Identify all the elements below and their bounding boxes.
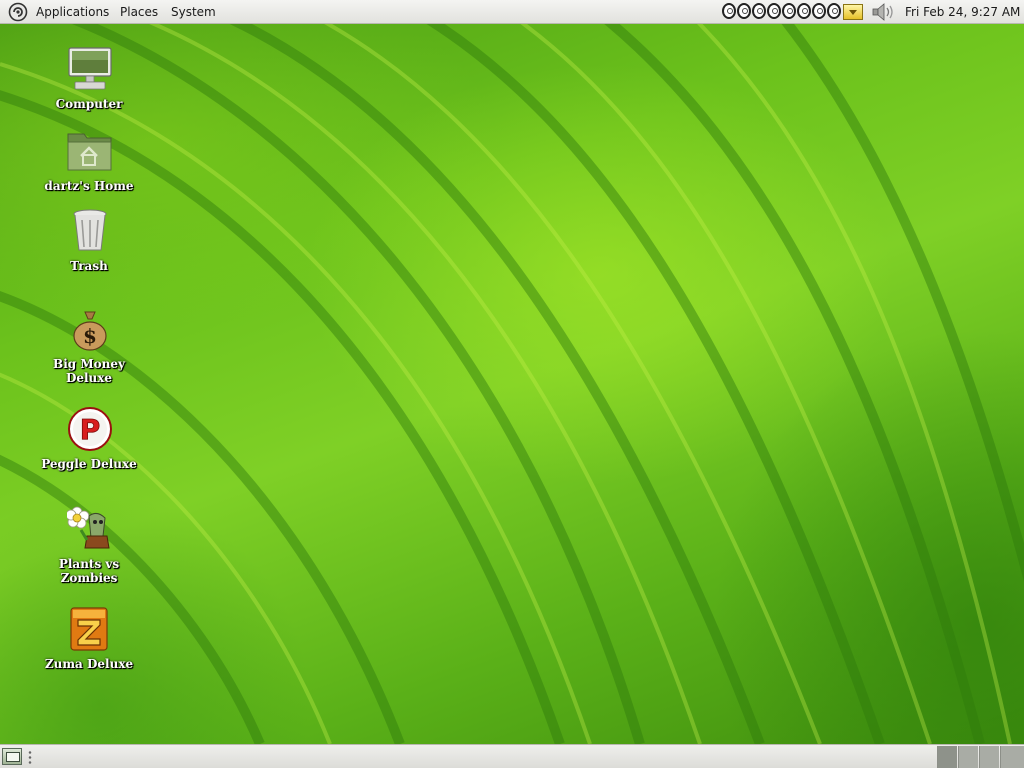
desktop-icon-label: Zuma Deluxe: [44, 657, 134, 671]
computer-icon: [67, 46, 113, 92]
desktop-icon-label: dartz's Home: [44, 179, 134, 193]
desktop-wallpaper[interactable]: [0, 24, 1024, 744]
zuma-icon: [67, 606, 113, 652]
show-desktop-icon[interactable]: [2, 748, 22, 765]
applications-menu[interactable]: Applications: [36, 5, 109, 19]
places-menu[interactable]: Places: [120, 5, 158, 19]
desktop-icon-label: Plants vs Zombies: [58, 557, 120, 585]
notification-area-icon[interactable]: [843, 4, 863, 20]
desktop-icon-computer[interactable]: Computer: [29, 46, 149, 116]
desktop-icon-label: Peggle Deluxe: [41, 457, 137, 471]
plants-vs-zombies-icon: [65, 506, 113, 552]
desktop-icon-zuma-deluxe[interactable]: Zuma Deluxe: [29, 606, 149, 676]
desktop-icon-label: Big Money Deluxe: [53, 357, 125, 385]
workspace-2[interactable]: [958, 746, 978, 768]
panel-drag-handle[interactable]: [28, 750, 32, 764]
wallpaper-leaf-veins: [0, 24, 1024, 744]
bottom-panel: [0, 744, 1024, 768]
desktop-icon-label: Computer: [55, 97, 123, 111]
tray-indicator-icon[interactable]: [797, 3, 811, 19]
home-folder-icon: [67, 128, 113, 174]
desktop-icon-big-money-deluxe[interactable]: $ Big Money Deluxe: [29, 308, 149, 385]
distro-logo-icon[interactable]: [8, 2, 28, 22]
money-bag-icon: $: [67, 308, 113, 354]
system-menu[interactable]: System: [171, 5, 216, 19]
desktop-icon-label: Trash: [70, 259, 108, 273]
workspace-3[interactable]: [979, 746, 999, 768]
speaker-volume-icon[interactable]: [872, 3, 898, 21]
trash-icon: [67, 208, 113, 254]
tray-indicator-icon[interactable]: [767, 3, 781, 19]
desktop-icon-trash[interactable]: Trash: [29, 208, 149, 278]
top-panel: Applications Places System Fri Feb 24, 9…: [0, 0, 1024, 24]
desktop-icon-peggle-deluxe[interactable]: P Peggle Deluxe: [29, 406, 149, 476]
tray-indicator-icon[interactable]: [812, 3, 826, 19]
workspace-1[interactable]: [937, 746, 957, 768]
tray-indicator-icon[interactable]: [782, 3, 796, 19]
peggle-icon: P: [67, 406, 113, 452]
svg-text:P: P: [80, 413, 101, 446]
tray-indicator-icon[interactable]: [752, 3, 766, 19]
clock[interactable]: Fri Feb 24, 9:27 AM: [905, 5, 1020, 19]
desktop-icon-home-folder[interactable]: dartz's Home: [29, 128, 149, 198]
tray-indicator-icon[interactable]: [722, 3, 736, 19]
svg-text:$: $: [83, 324, 97, 348]
tray-indicator-icon[interactable]: [827, 3, 841, 19]
tray-indicator-icon[interactable]: [737, 3, 751, 19]
workspace-4[interactable]: [1000, 746, 1024, 768]
desktop-icon-plants-vs-zombies[interactable]: Plants vs Zombies: [29, 506, 149, 585]
